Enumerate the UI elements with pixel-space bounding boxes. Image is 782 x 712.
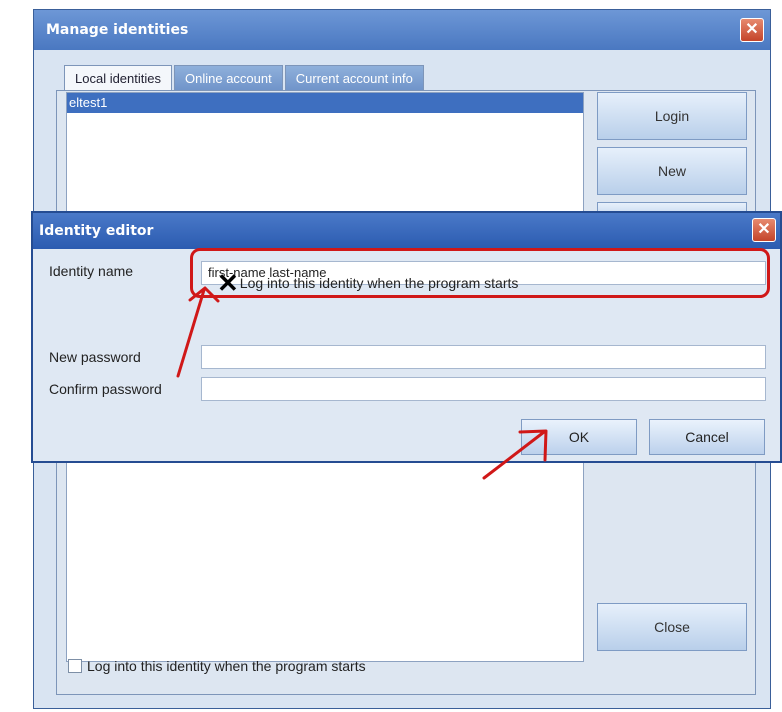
identity-editor-titlebar[interactable]: Identity editor (33, 213, 780, 249)
confirm-password-field[interactable] (201, 377, 766, 401)
cancel-button[interactable]: Cancel (649, 419, 765, 455)
identity-editor-title: Identity editor (39, 223, 154, 239)
tab-local-identities[interactable]: Local identities (64, 65, 172, 91)
checkbox-icon[interactable] (68, 659, 82, 673)
manage-identities-title: Manage identities (46, 22, 189, 38)
manage-identities-titlebar[interactable]: Manage identities (34, 10, 770, 50)
close-icon[interactable]: ✕ (740, 18, 764, 42)
autologin-label: Log into this identity when the program … (87, 658, 366, 674)
new-button[interactable]: New (597, 147, 747, 195)
list-item[interactable]: eltest1 (67, 93, 583, 113)
identity-editor-dialog: Identity editor ✕ Identity name first-na… (31, 211, 782, 463)
new-password-field[interactable] (201, 345, 766, 369)
confirm-password-label: Confirm password (49, 381, 162, 397)
autologin-checkbox-row[interactable]: Log into this identity when the program … (68, 656, 366, 676)
tab-online-account[interactable]: Online account (174, 65, 283, 91)
identity-name-label: Identity name (49, 263, 134, 279)
editor-autologin-label: Log into this identity when the program … (239, 275, 519, 291)
tab-current-account-info[interactable]: Current account info (284, 65, 424, 91)
ok-button[interactable]: OK (521, 419, 637, 455)
close-icon[interactable]: ✕ (752, 218, 776, 242)
tab-bar: Local identities Online account Current … (64, 65, 426, 91)
new-password-label: New password (49, 349, 141, 365)
close-button[interactable]: Close (597, 603, 747, 651)
editor-autologin-row[interactable]: ✕ Log into this identity when the progra… (217, 270, 519, 296)
x-mark-icon[interactable]: ✕ (217, 270, 239, 296)
login-button[interactable]: Login (597, 92, 747, 140)
